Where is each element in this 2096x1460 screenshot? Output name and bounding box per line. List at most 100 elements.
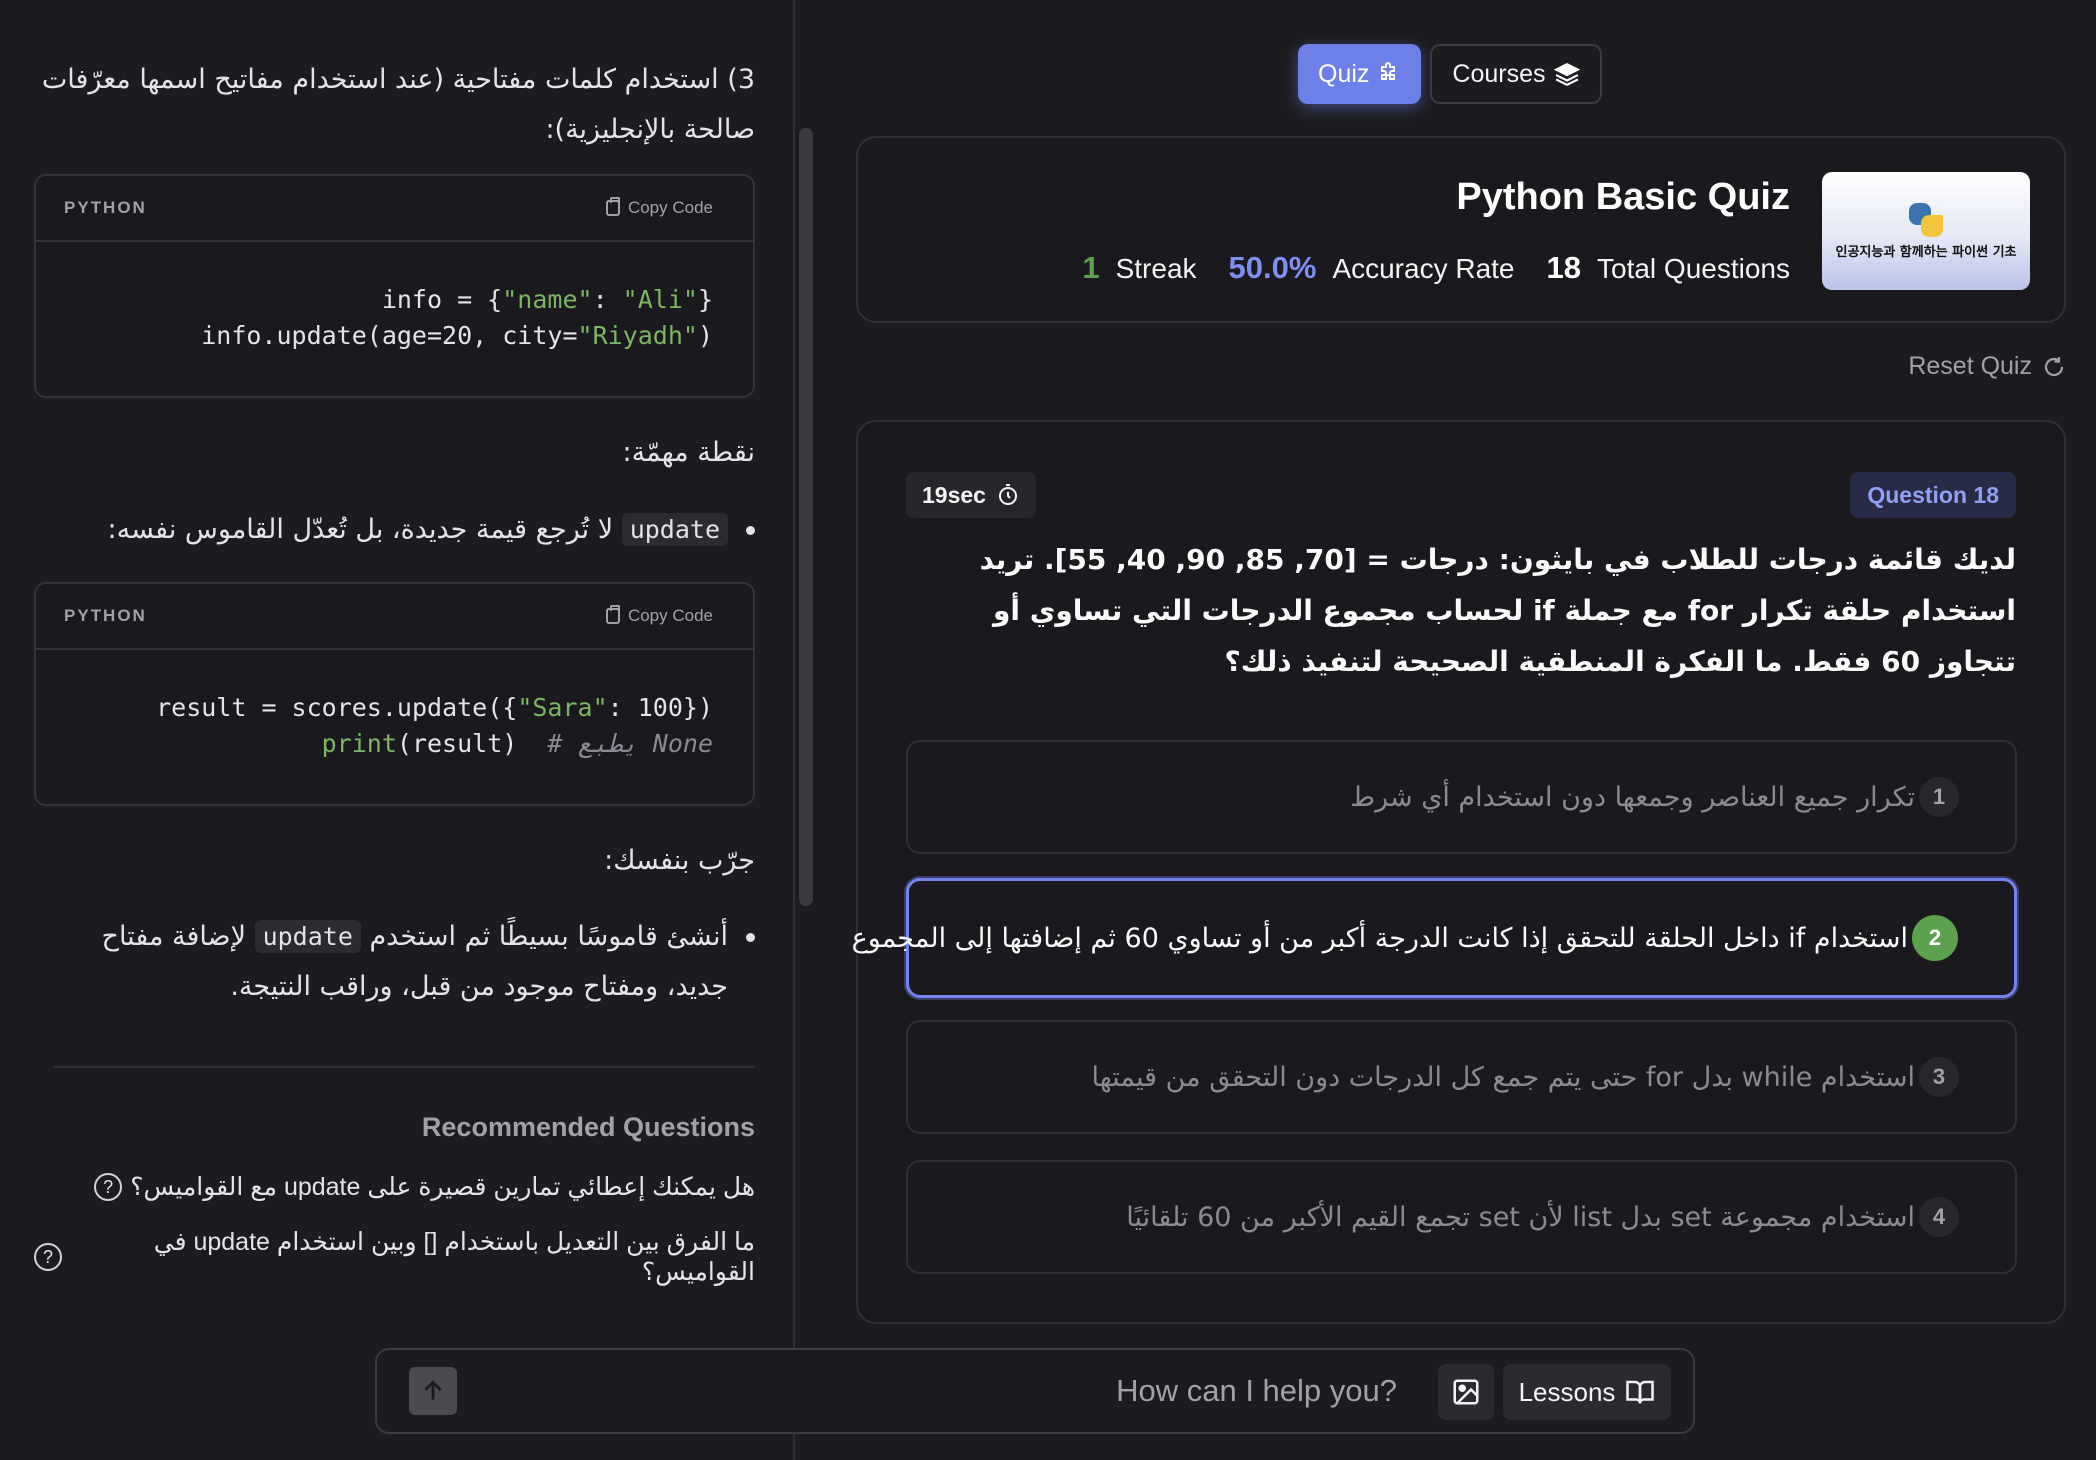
recommended-question[interactable]: هل يمكنك إعطائي تمارين قصيرة على update … (94, 1172, 755, 1202)
answer-option-4[interactable]: 4 استخدام مجموعة set بدل list لأن set تج… (906, 1160, 2017, 1274)
code-block-header: PYTHON Copy Code (36, 584, 753, 650)
option-number: 2 (1912, 915, 1958, 961)
option-number: 1 (1919, 777, 1959, 817)
option-text: تكرار جميع العناصر وجمعها دون استخدام أي… (1350, 781, 1915, 813)
course-thumbnail: 인공지능과 함께하는 파이썬 기초 (1822, 172, 2030, 290)
try-heading: جرّب بنفسك: (604, 845, 755, 876)
reset-quiz-button[interactable]: Reset Quiz (1908, 352, 2066, 381)
code-text: info = { (381, 285, 503, 314)
total-questions-value: 18 (1546, 250, 1581, 285)
recommended-question-text: ما الفرق بين التعديل باستخدام [] وبين اس… (153, 1228, 755, 1286)
question-number-badge: Question 18 (1850, 472, 2016, 518)
puzzle-icon (1381, 62, 1396, 80)
code-content: result = scores.update({"Sara": 100}) pr… (36, 650, 753, 762)
option-number: 4 (1919, 1197, 1959, 1237)
copy-icon (605, 197, 620, 216)
code-text: result = scores.update({ (156, 693, 518, 722)
important-heading: نقطة مهمّة: (622, 437, 755, 468)
total-questions-label: Total Questions (1597, 253, 1790, 284)
image-upload-button[interactable] (1438, 1364, 1494, 1420)
send-button[interactable] (409, 1367, 457, 1415)
code-text: } (697, 285, 713, 314)
answer-option-3[interactable]: 3 استخدام while بدل for حتى يتم جمع كل ا… (906, 1020, 2017, 1134)
copy-code-button[interactable]: Copy Code (605, 605, 713, 626)
copy-icon (605, 605, 620, 624)
intro-text: 3) استخدام كلمات مفتاحية (عند استخدام مف… (41, 64, 755, 145)
bullet-text: update لا تُرجع قيمة جديدة، بل تُعدّل ال… (107, 505, 728, 555)
code-text: : 100}) (607, 693, 713, 722)
tab-quiz[interactable]: Quiz (1298, 44, 1422, 104)
code-string: "Riyadh" (577, 321, 698, 350)
bullet-dot (746, 526, 755, 535)
recommended-title: Recommended Questions (421, 1112, 755, 1142)
image-icon (1453, 1379, 1479, 1405)
recommended-question-text: هل يمكنك إعطائي تمارين قصيرة على update … (130, 1173, 755, 1201)
copy-code-button[interactable]: Copy Code (605, 197, 713, 218)
bullet-text-content: أنشئ قاموسًا بسيطًا ثم استخدم (360, 921, 728, 952)
code-block-header: PYTHON Copy Code (36, 176, 753, 242)
top-tabs: Quiz Courses (1298, 44, 1602, 104)
code-text: ) (697, 321, 713, 350)
quiz-stats: 1 Streak 50.0% Accuracy Rate 18 Total Qu… (1082, 250, 1790, 286)
quiz-header-card: Python Basic Quiz 1 Streak 50.0% Accurac… (856, 136, 2066, 323)
chat-input[interactable] (797, 1364, 1397, 1418)
help-icon: ? (34, 1243, 62, 1271)
stopwatch-icon (998, 484, 1017, 505)
bullet-item: update لا تُرجع قيمة جديدة، بل تُعدّل ال… (107, 505, 755, 555)
code-string: "Sara" (517, 693, 608, 722)
code-string: "name" (502, 285, 593, 314)
bullet-dot (746, 933, 755, 942)
tab-courses[interactable]: Courses (1430, 44, 1602, 104)
tab-courses-label: Courses (1452, 59, 1546, 88)
inline-code: update (254, 920, 361, 953)
copy-code-label: Copy Code (627, 606, 713, 625)
code-function: print (321, 729, 397, 758)
answer-option-1[interactable]: 1 تكرار جميع العناصر وجمعها دون استخدام … (906, 740, 2017, 854)
thumbnail-text: 인공지능과 함께하는 파이썬 기초 (1835, 244, 2017, 260)
quiz-title: Python Basic Quiz (1456, 176, 1790, 218)
arrow-up-icon (424, 1380, 442, 1400)
code-block-1: PYTHON Copy Code info = {"name": "Ali"} … (34, 174, 755, 398)
lessons-label: Lessons (1518, 1376, 1616, 1407)
refresh-icon (2044, 356, 2064, 376)
lessons-button[interactable]: Lessons (1503, 1364, 1671, 1420)
code-block-2: PYTHON Copy Code result = scores.update(… (34, 582, 755, 806)
scrollbar-thumb[interactable] (799, 128, 813, 906)
code-language-label: PYTHON (64, 606, 147, 625)
divider (54, 1066, 755, 1068)
code-content: info = {"name": "Ali"} info.update(age=2… (36, 242, 753, 354)
code-text: : (592, 285, 623, 314)
bullet-text: أنشئ قاموسًا بسيطًا ثم استخدم update لإض… (48, 912, 728, 1012)
streak-label: Streak (1115, 253, 1197, 284)
bullet-text-content: لا تُرجع قيمة جديدة، بل تُعدّل القاموس ن… (107, 514, 622, 545)
inline-code: update (621, 513, 728, 546)
option-number: 3 (1919, 1057, 1959, 1097)
option-text: استخدام while بدل for حتى يتم جمع كل الد… (1091, 1061, 1915, 1093)
reset-quiz-label: Reset Quiz (1908, 352, 2032, 380)
code-comment: # يطبع None (547, 729, 713, 758)
help-icon: ? (94, 1173, 123, 1201)
question-card: 19sec Question 18 لديك قائمة درجات للطلا… (852, 420, 2066, 1324)
layers-icon (1553, 63, 1580, 87)
accuracy-label: Accuracy Rate (1332, 253, 1515, 284)
option-text: استخدام مجموعة set بدل list لأن set تجمع… (1126, 1201, 1915, 1233)
bullet-item: أنشئ قاموسًا بسيطًا ثم استخدم update لإض… (34, 912, 755, 1012)
copy-code-label: Copy Code (627, 198, 713, 217)
answer-option-2[interactable]: 2 استخدام if داخل الحلقة للتحقق إذا كانت… (852, 878, 2017, 998)
recommended-question[interactable]: ما الفرق بين التعديل باستخدام [] وبين اس… (34, 1227, 755, 1287)
python-logo-icon (1909, 202, 1943, 237)
book-open-icon (1626, 1380, 1655, 1404)
code-text: info.update(age=20, city= (201, 321, 578, 350)
code-language-label: PYTHON (64, 198, 147, 217)
question-text: لديك قائمة درجات للطلاب في بايثون: درجات… (979, 543, 2016, 678)
streak-value: 1 (1082, 250, 1100, 285)
chat-bar: Lessons (375, 1348, 1695, 1434)
timer-value: 19sec (922, 481, 986, 508)
lesson-panel: 3) استخدام كلمات مفتاحية (عند استخدام مف… (0, 0, 795, 1460)
tab-quiz-label: Quiz (1318, 59, 1370, 88)
code-text: (result) (396, 729, 548, 758)
accuracy-value: 50.0% (1228, 250, 1317, 285)
option-text: استخدام if داخل الحلقة للتحقق إذا كانت ا… (851, 922, 1908, 954)
code-string: "Ali" (622, 285, 698, 314)
timer: 19sec (906, 472, 1036, 518)
